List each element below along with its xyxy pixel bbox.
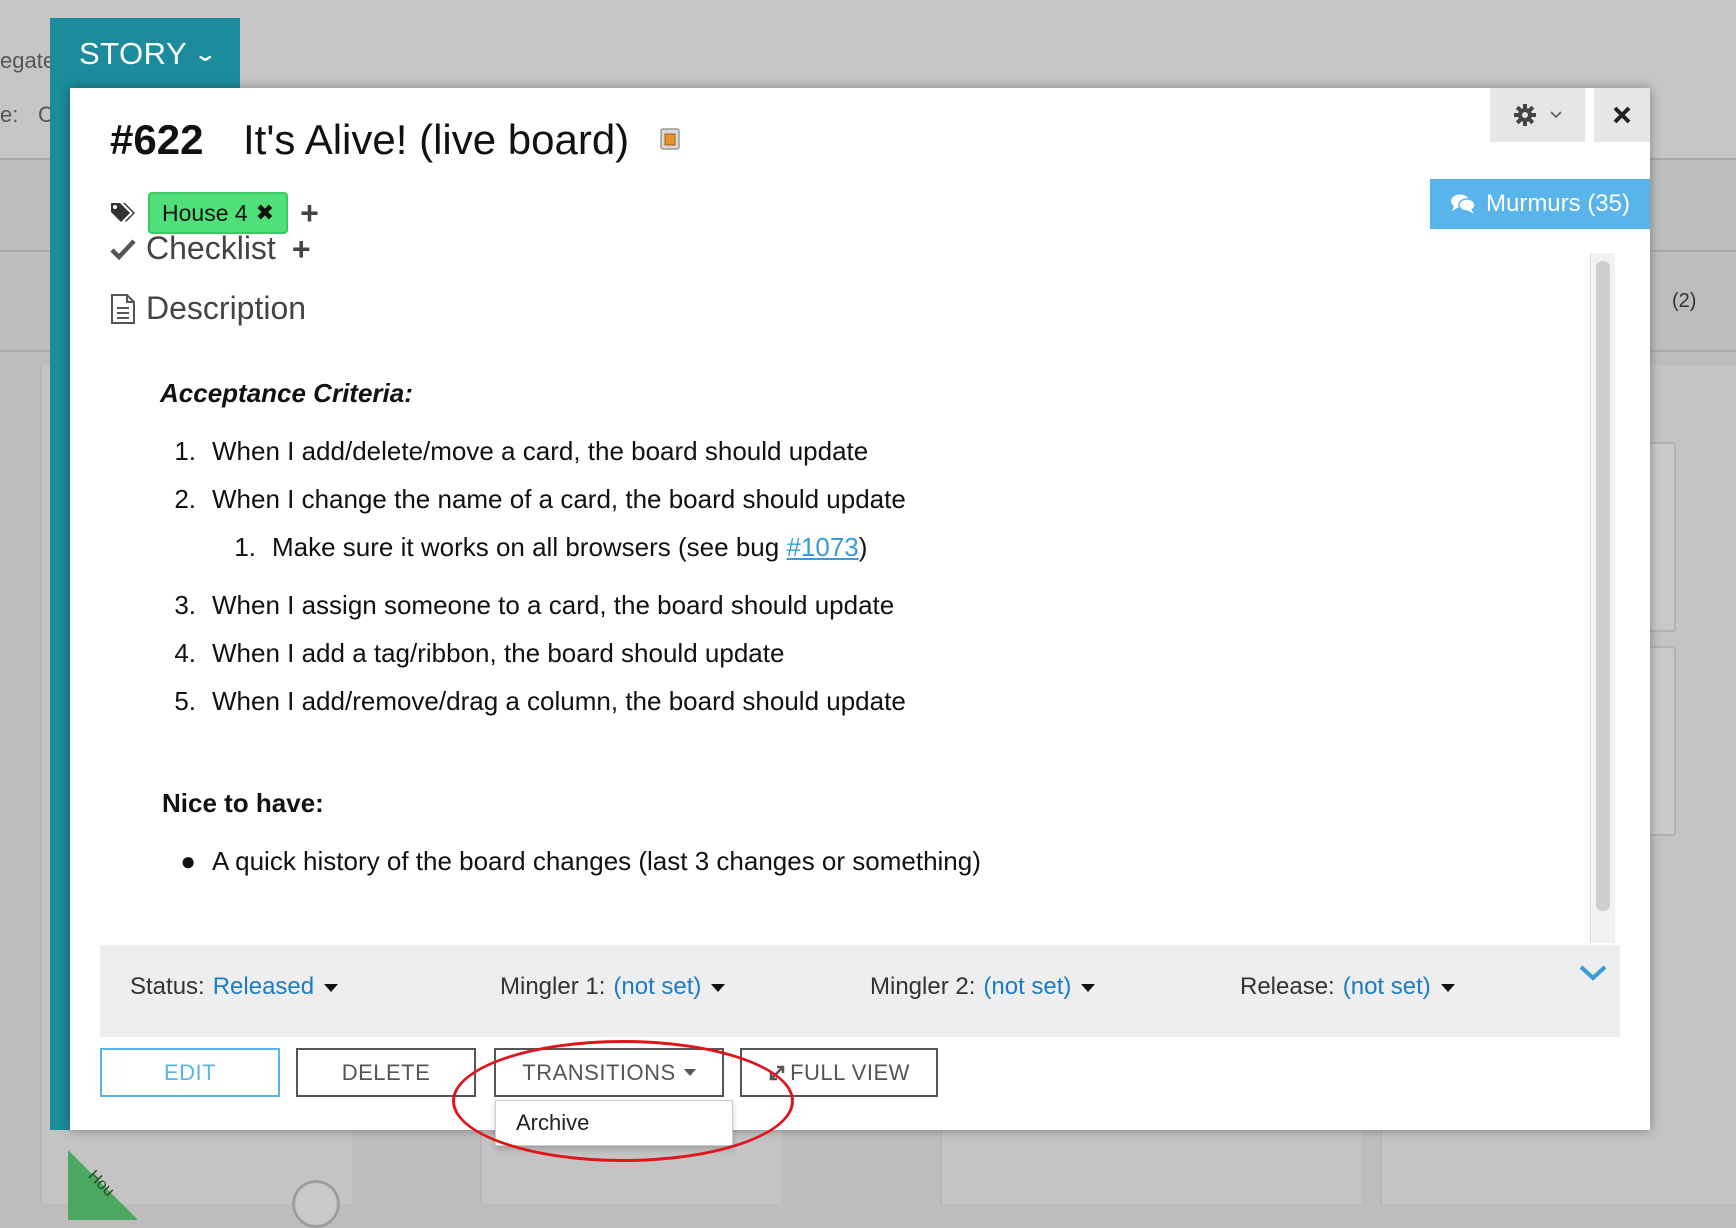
add-checklist-icon[interactable]: + (292, 233, 311, 265)
story-card-frame (50, 18, 70, 1130)
status-value[interactable]: Released (213, 973, 314, 1000)
document-icon (111, 293, 135, 324)
card-type-label: STORY (79, 36, 188, 71)
tag-house-4[interactable]: House 4 ✖ (148, 192, 289, 234)
highlight-annotation (452, 1040, 794, 1162)
list-item: 1. When I add/delete/move a card, the boa… (174, 436, 869, 466)
acceptance-criteria-heading: Acceptance Criteria: (160, 378, 413, 408)
bg-column-count: (2) (1672, 290, 1697, 312)
bg-filter-text: egate (0, 48, 56, 73)
checklist-heading: Checklist (146, 230, 276, 266)
remove-tag-icon[interactable]: ✖ (256, 200, 274, 226)
description-heading: Description (146, 290, 307, 326)
murmurs-label: Murmurs (35) (1485, 190, 1630, 217)
avatar (292, 1180, 340, 1228)
nice-to-have-heading: Nice to have: (162, 788, 324, 818)
tags-icon (111, 203, 135, 222)
close-icon (1613, 106, 1631, 124)
bullet-item: ● A quick history of the board changes (l… (180, 846, 981, 876)
expand-properties-icon[interactable] (1578, 963, 1608, 983)
description-scrollbar[interactable] (1590, 253, 1615, 943)
gear-icon (1513, 104, 1536, 126)
property-release[interactable]: Release: (not set) (1240, 973, 1455, 1001)
check-icon (110, 238, 136, 260)
chevron-down-icon: ⌄ (193, 43, 218, 66)
chevron-down-icon (1549, 111, 1562, 119)
sub-list-item: 1. Make sure it works on all browsers (se… (234, 532, 868, 562)
list-item: 3. When I assign someone to a card, the b… (174, 590, 895, 620)
card-popup: #622 It's Alive! (live board) Murmurs (3… (70, 88, 1650, 1146)
mingler-2-value[interactable]: (not set) (983, 973, 1071, 1000)
card-type-dropdown[interactable]: STORY ⌄ (50, 18, 240, 90)
list-item: 5. When I add/remove/drag a column, the b… (174, 686, 906, 716)
murmurs-button[interactable]: Murmurs (35) (1430, 179, 1650, 229)
delete-button[interactable]: DELETE (296, 1048, 476, 1097)
close-button[interactable] (1594, 88, 1650, 142)
property-mingler-1[interactable]: Mingler 1: (not set) (500, 973, 726, 1001)
property-mingler-2[interactable]: Mingler 2: (not set) (870, 973, 1096, 1001)
release-value[interactable]: (not set) (1343, 973, 1431, 1000)
scrollbar-thumb[interactable] (1596, 261, 1610, 911)
bug-link[interactable]: #1073 (786, 532, 858, 562)
card-title[interactable]: It's Alive! (live board) (243, 116, 629, 164)
caret-down-icon (1440, 983, 1455, 992)
full-view-label: FULL VIEW (790, 1059, 910, 1085)
list-item: 4. When I add a tag/ribbon, the board sho… (174, 638, 785, 668)
list-item: 2. When I change the name of a card, the … (174, 484, 906, 514)
comments-icon (1450, 194, 1476, 214)
card-number: #622 (110, 116, 204, 163)
copy-icon[interactable] (660, 128, 680, 150)
property-status[interactable]: Status: Released (130, 973, 339, 1001)
properties-bar: Status: Released Mingler 1: (not set) Ming… (100, 945, 1620, 1037)
caret-down-icon (711, 983, 726, 992)
edit-button[interactable]: EDIT (100, 1048, 280, 1097)
tag-label: House 4 (162, 199, 248, 226)
card-settings-button[interactable] (1490, 88, 1585, 142)
tags-row: House 4 ✖ + (110, 192, 319, 234)
bg-filter-label: e: (0, 102, 19, 127)
mingler-1-value[interactable]: (not set) (613, 973, 701, 1000)
add-tag-icon[interactable]: + (300, 197, 319, 229)
description-section: Description (110, 290, 306, 327)
caret-down-icon (324, 983, 339, 992)
checklist-section: Checklist + (110, 230, 311, 267)
caret-down-icon (1081, 983, 1096, 992)
